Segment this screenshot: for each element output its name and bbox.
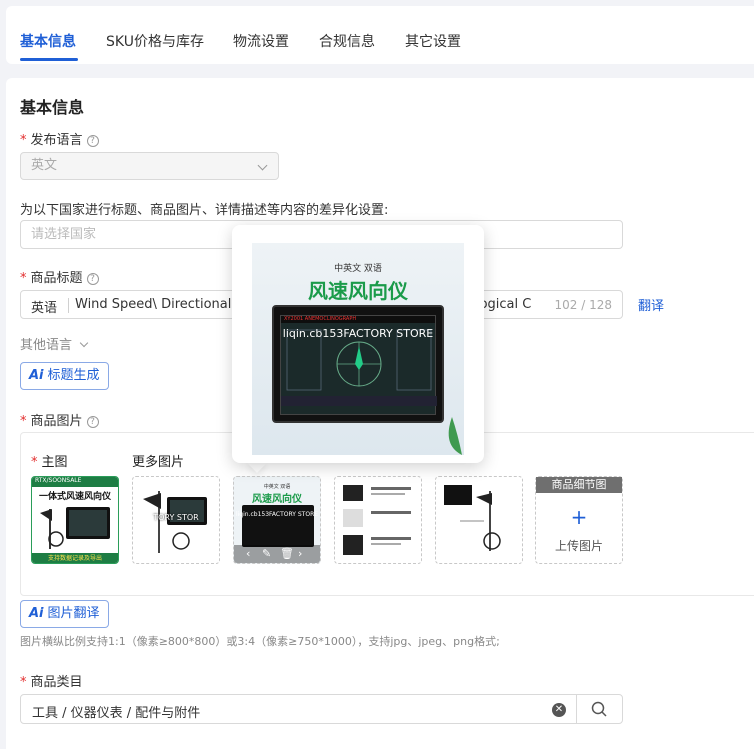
- category-input[interactable]: 工具 / 仪器仪表 / 配件与附件 ✕: [20, 694, 623, 724]
- clear-icon[interactable]: ✕: [552, 703, 566, 717]
- device-image: XY2001 ANEMOCLINOGRAPH: [272, 305, 444, 423]
- image-preview-popover: 中英文 双语 风速风向仪 XY2001 ANEMOCLINOGRAPH liqi…: [232, 225, 484, 463]
- watermark-text: liqin.cb153FACTORY STORE: [282, 327, 434, 340]
- ai-icon: Ai: [29, 368, 44, 383]
- title-language-prefix: 英语: [31, 301, 58, 316]
- main-image-label: * 主图: [31, 455, 68, 470]
- more-image-thumb[interactable]: TORY STOR: [132, 476, 220, 564]
- more-image-thumb[interactable]: [435, 476, 523, 564]
- plus-icon: +: [570, 505, 588, 529]
- chevron-right-icon[interactable]: ›: [298, 547, 302, 560]
- leaf-decoration: [448, 417, 462, 455]
- image-action-bar: ‹ ✎ 🗑 ›: [234, 545, 320, 563]
- detail-image-tag: 商品细节图: [536, 477, 622, 493]
- image-format-hint: 图片横纵比例支持1:1（像素≥800*800）或3:4（像素≥750*1000）…: [20, 635, 500, 648]
- ai-title-generate-button[interactable]: Ai 标题生成: [20, 362, 109, 390]
- upload-image-button[interactable]: 商品细节图 + 上传图片: [535, 476, 623, 564]
- more-image-thumb[interactable]: [334, 476, 422, 564]
- product-image: [40, 507, 110, 549]
- other-languages-toggle[interactable]: 其他语言: [20, 334, 89, 353]
- tab-logistics[interactable]: 物流设置: [233, 31, 289, 51]
- main-image-thumb[interactable]: RTX/SOONSALE 一体式风速风向仪 支持数据记录及导出: [31, 476, 119, 564]
- edit-icon[interactable]: ✎: [262, 547, 271, 560]
- section-title: 基本信息: [20, 98, 85, 117]
- help-icon[interactable]: ?: [86, 416, 99, 428]
- more-image-thumb[interactable]: 中英文 双语 风速风向仪 liqin.cb153FACTORY STORE ‹ …: [233, 476, 321, 564]
- help-icon[interactable]: ?: [86, 135, 99, 147]
- chevron-left-icon[interactable]: ‹: [246, 547, 250, 560]
- search-icon: [591, 701, 607, 717]
- countries-label: 为以下国家进行标题、商品图片、详情描述等内容的差异化设置:: [20, 203, 389, 218]
- tab-other-settings[interactable]: 其它设置: [405, 31, 461, 51]
- category-label: * 商品类目: [20, 675, 83, 690]
- char-count: 102 / 128: [550, 298, 612, 312]
- chevron-down-icon: [257, 160, 268, 171]
- help-icon[interactable]: ?: [86, 273, 99, 285]
- product-image: [444, 485, 501, 551]
- active-tab-indicator: [20, 58, 78, 61]
- tab-bar: 基本信息 SKU价格与库存 物流设置 合规信息 其它设置: [6, 6, 754, 64]
- more-images-label: 更多图片: [132, 455, 185, 470]
- preview-image: 中英文 双语 风速风向仪 XY2001 ANEMOCLINOGRAPH liqi…: [252, 243, 464, 455]
- category-search-button[interactable]: [576, 695, 622, 723]
- publish-language-label: * 发布语言?: [20, 129, 99, 148]
- tab-compliance[interactable]: 合规信息: [319, 31, 375, 51]
- publish-language-select[interactable]: 英文: [20, 152, 279, 180]
- product-images-label: * 商品图片?: [20, 410, 99, 429]
- product-image: [343, 485, 411, 555]
- delete-icon[interactable]: 🗑: [280, 547, 294, 560]
- product-title-label: * 商品标题?: [20, 267, 99, 286]
- translate-link[interactable]: 翻译: [638, 295, 664, 314]
- chevron-down-icon: [79, 338, 89, 348]
- ai-image-translate-button[interactable]: Ai 图片翻译: [20, 600, 109, 628]
- ai-icon: Ai: [29, 606, 44, 621]
- tab-basic-info[interactable]: 基本信息: [20, 31, 76, 51]
- tab-sku-price-stock[interactable]: SKU价格与库存: [106, 31, 204, 51]
